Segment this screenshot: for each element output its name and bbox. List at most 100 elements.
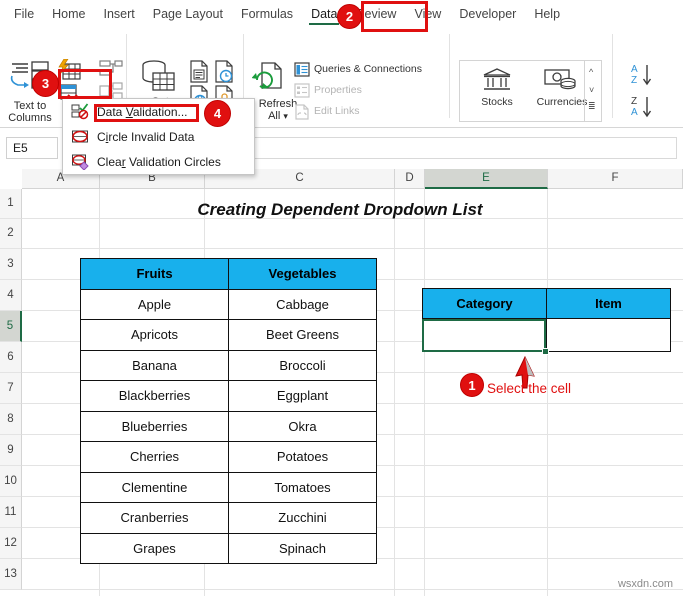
svg-text:A: A xyxy=(631,107,638,118)
column-header-e[interactable]: E xyxy=(425,169,548,189)
active-cell-selection[interactable] xyxy=(422,319,546,352)
row-header-12[interactable]: 12 xyxy=(0,528,22,559)
row-header-6[interactable]: 6 xyxy=(0,342,22,373)
refresh-all-line2: All xyxy=(268,110,281,122)
text-to-columns-label: Text to Columns xyxy=(0,100,60,124)
cell-item-value[interactable] xyxy=(546,318,671,352)
cell-fruit[interactable]: Banana xyxy=(80,349,229,381)
cell-vegetable[interactable]: Broccoli xyxy=(228,349,377,381)
fruits-vegetables-table: Fruits Vegetables Apple Cabbage Apricots… xyxy=(80,258,377,564)
annotation-box-data-tab xyxy=(361,1,428,32)
annotation-badge-2: 2 xyxy=(337,4,362,29)
tab-page-layout[interactable]: Page Layout xyxy=(144,0,232,28)
table-row: Clementine Tomatoes xyxy=(80,471,377,503)
row-header-1[interactable]: 1 xyxy=(0,189,22,219)
cell-fruit[interactable]: Cranberries xyxy=(80,502,229,534)
annotation-badge-1: 1 xyxy=(460,373,484,397)
queries-connections-icon xyxy=(294,62,310,82)
svg-text:Z: Z xyxy=(631,96,637,107)
annotation-box-data-validation-button xyxy=(58,69,112,99)
table-row: Grapes Spinach xyxy=(80,532,377,564)
tab-home[interactable]: Home xyxy=(43,0,94,28)
circle-invalid-data-icon xyxy=(71,128,89,145)
cell-fruit[interactable]: Blackberries xyxy=(80,380,229,412)
cell-vegetable[interactable]: Potatoes xyxy=(228,441,377,473)
cell-fruit[interactable]: Grapes xyxy=(80,532,229,564)
table-row: Cranberries Zucchini xyxy=(80,502,377,534)
cell-vegetable[interactable]: Beet Greens xyxy=(228,319,377,351)
table-row: Apricots Beet Greens xyxy=(80,319,377,351)
svg-text:Z: Z xyxy=(631,75,637,86)
cell-vegetable[interactable]: Spinach xyxy=(228,532,377,564)
cell-vegetable[interactable]: Tomatoes xyxy=(228,471,377,503)
annotation-badge-3: 3 xyxy=(32,70,59,97)
row-header-8[interactable]: 8 xyxy=(0,404,22,435)
cell-vegetable[interactable]: Eggplant xyxy=(228,380,377,412)
properties-icon xyxy=(294,83,310,103)
tab-help[interactable]: Help xyxy=(525,0,569,28)
formula-input[interactable] xyxy=(252,137,677,159)
ribbon-separator-3 xyxy=(449,34,450,118)
row-header-10[interactable]: 10 xyxy=(0,466,22,497)
cell-fruit[interactable]: Clementine xyxy=(80,471,229,503)
data-validation-icon xyxy=(71,103,89,120)
cell-fruit[interactable]: Apple xyxy=(80,288,229,320)
currencies-label: Currencies xyxy=(536,96,588,108)
table-row: Apple Cabbage xyxy=(80,288,377,320)
tab-formulas[interactable]: Formulas xyxy=(232,0,302,28)
gallery-more-icon[interactable]: ≣ xyxy=(588,101,596,112)
annotation-text-select-the-cell: Select the cell xyxy=(487,381,572,396)
header-vegetables: Vegetables xyxy=(228,258,377,290)
table-row: Blackberries Eggplant xyxy=(80,380,377,412)
watermark: wsxdn.com xyxy=(617,578,673,590)
cell-vegetable[interactable]: Cabbage xyxy=(228,288,377,320)
data-types-gallery-scroller[interactable]: ^ ˅ ≣ xyxy=(584,61,601,121)
header-category: Category xyxy=(422,288,547,319)
stocks-icon[interactable] xyxy=(482,67,512,98)
data-types-gallery[interactable]: Stocks Currencies ^ ˅ ≣ xyxy=(459,60,602,122)
edit-links-label: Edit Links xyxy=(314,105,360,117)
cell-vegetable[interactable]: Zucchini xyxy=(228,502,377,534)
name-box[interactable]: E5 xyxy=(6,137,58,159)
svg-text:A: A xyxy=(631,64,638,75)
cell-fruit[interactable]: Blueberries xyxy=(80,410,229,442)
menu-item-circle-invalid-data-label: Circle Invalid Data xyxy=(97,129,195,144)
row-header-13[interactable]: 13 xyxy=(0,559,22,590)
currencies-icon[interactable] xyxy=(544,67,578,98)
menu-item-circle-invalid-data[interactable]: Circle Invalid Data xyxy=(63,124,254,149)
queries-connections-item-label[interactable]: Queries & Connections xyxy=(314,64,422,75)
sort-descending-icon[interactable]: Z A xyxy=(629,94,663,125)
cell-vegetable[interactable]: Okra xyxy=(228,410,377,442)
edit-links-icon xyxy=(294,104,310,125)
ribbon-separator-4 xyxy=(612,34,613,118)
row-header-5[interactable]: 5 xyxy=(0,311,22,342)
get-data-icon[interactable] xyxy=(140,60,178,99)
row-header-11[interactable]: 11 xyxy=(0,497,22,528)
table-header-row: Category Item xyxy=(422,288,671,319)
header-fruits: Fruits xyxy=(80,258,229,290)
row-header-4[interactable]: 4 xyxy=(0,280,22,311)
row-header-3[interactable]: 3 xyxy=(0,249,22,280)
refresh-all-icon[interactable] xyxy=(251,62,286,99)
clear-validation-circles-icon xyxy=(71,153,89,171)
annotation-box-data-validation-menu-item xyxy=(94,104,199,122)
properties-label: Properties xyxy=(314,84,362,96)
table-row: Cherries Potatoes xyxy=(80,441,377,473)
gallery-scroll-down-icon[interactable]: ˅ xyxy=(589,85,594,95)
row-header-9[interactable]: 9 xyxy=(0,435,22,466)
tab-developer[interactable]: Developer xyxy=(450,0,525,28)
cell-fruit[interactable]: Cherries xyxy=(80,441,229,473)
sort-ascending-icon[interactable]: A Z xyxy=(629,62,663,93)
table-row: Blueberries Okra xyxy=(80,410,377,442)
ttc-line1: Text to xyxy=(13,100,47,112)
row-header-7[interactable]: 7 xyxy=(0,373,22,404)
fill-handle[interactable] xyxy=(542,348,549,355)
cell-fruit[interactable]: Apricots xyxy=(80,319,229,351)
column-header-f[interactable]: F xyxy=(548,169,683,189)
column-header-d[interactable]: D xyxy=(395,169,425,189)
menu-item-clear-validation-circles[interactable]: Clear Validation Circles xyxy=(63,149,254,174)
tab-file[interactable]: File xyxy=(0,0,43,28)
tab-insert[interactable]: Insert xyxy=(95,0,144,28)
row-header-2[interactable]: 2 xyxy=(0,219,22,249)
gallery-scroll-up-icon[interactable]: ^ xyxy=(589,67,593,77)
